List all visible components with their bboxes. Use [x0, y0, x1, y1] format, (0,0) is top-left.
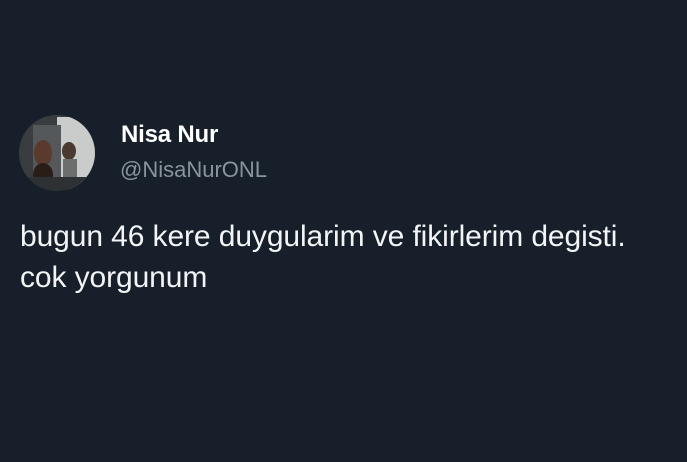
- author-display-name[interactable]: Nisa Nur: [121, 121, 218, 149]
- author-handle[interactable]: @NisaNurONL: [120, 157, 267, 183]
- tweet-text: bugun 46 kere duygularim ve fikirlerim d…: [20, 220, 626, 294]
- avatar[interactable]: [19, 115, 95, 191]
- tweet-card: Nisa Nur @NisaNurONL bugun 46 kere duygu…: [0, 0, 687, 462]
- avatar-photo: [19, 115, 95, 191]
